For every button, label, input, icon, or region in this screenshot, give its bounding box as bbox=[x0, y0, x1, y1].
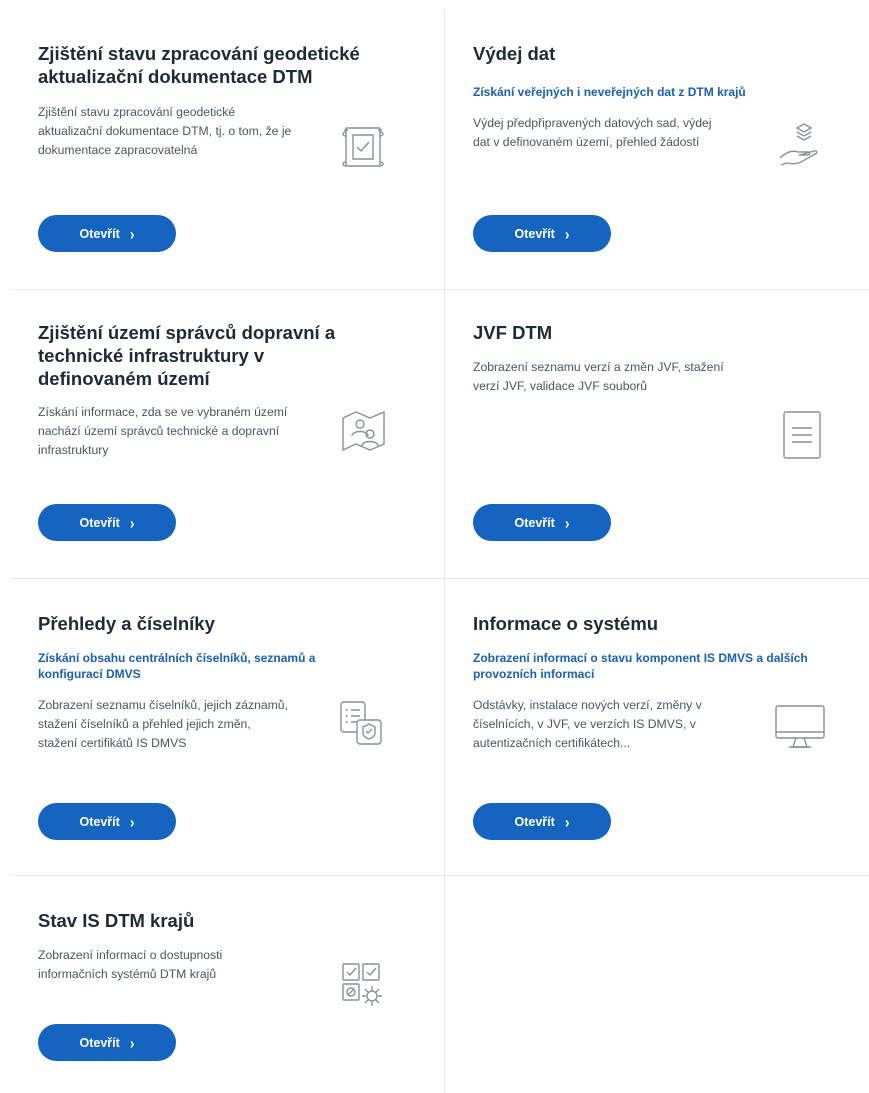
open-button-label: Otevřít bbox=[514, 814, 555, 829]
open-button[interactable]: Otevřít › bbox=[38, 504, 176, 541]
open-button-label: Otevřít bbox=[79, 515, 120, 530]
row-divider bbox=[10, 578, 869, 579]
map-people-icon bbox=[338, 404, 392, 458]
hand-layers-icon bbox=[776, 118, 830, 172]
chevron-right-icon: › bbox=[564, 224, 570, 243]
open-button-label: Otevřít bbox=[79, 226, 120, 241]
open-button[interactable]: Otevřít › bbox=[38, 803, 176, 840]
card-title: Přehledy a číselníky bbox=[38, 613, 215, 634]
open-button[interactable]: Otevřít › bbox=[473, 504, 611, 541]
card-description: Zjištění stavu zpracování geodetické akt… bbox=[38, 105, 292, 157]
chevron-right-icon: › bbox=[129, 513, 135, 532]
card-title: JVF DTM bbox=[473, 322, 553, 343]
column-divider bbox=[444, 10, 445, 1093]
checklist-gear-icon bbox=[338, 960, 392, 1014]
card-title: Výdej dat bbox=[473, 43, 556, 64]
card-title: Zjištění území správců dopravní a techni… bbox=[38, 322, 336, 389]
card-description: Odstávky, instalace nových verzí, změny … bbox=[473, 698, 702, 750]
open-button-label: Otevřít bbox=[79, 814, 120, 829]
card-jvf-dtm: JVF DTM Zobrazení seznamu verzí a změn J… bbox=[473, 321, 869, 541]
card-title: Stav IS DTM krajů bbox=[38, 910, 195, 931]
open-button-label: Otevřít bbox=[514, 226, 555, 241]
card-description: Zobrazení seznamu verzí a změn JVF, staž… bbox=[473, 360, 724, 393]
open-button[interactable]: Otevřít › bbox=[38, 1024, 176, 1061]
row-divider bbox=[10, 289, 869, 290]
open-button[interactable]: Otevřít › bbox=[473, 803, 611, 840]
open-button-label: Otevřít bbox=[514, 515, 555, 530]
chevron-right-icon: › bbox=[129, 812, 135, 831]
file-lines-icon bbox=[775, 408, 829, 462]
card-description: Získání informace, zda se ve vybraném úz… bbox=[38, 405, 288, 457]
list-certificate-icon bbox=[337, 698, 391, 752]
open-button-label: Otevřít bbox=[79, 1035, 120, 1050]
row-divider bbox=[10, 875, 869, 876]
chevron-right-icon: › bbox=[564, 513, 570, 532]
card-description: Zobrazení informací o dostupnosti inform… bbox=[38, 948, 223, 981]
card-title: Zjištění stavu zpracování geodetické akt… bbox=[38, 43, 360, 87]
card-subtitle: Získání obsahu centrálních číselníků, se… bbox=[38, 651, 316, 681]
card-description: Zobrazení seznamu číselníků, jejich zázn… bbox=[38, 698, 288, 750]
chevron-right-icon: › bbox=[129, 224, 135, 243]
document-check-icon bbox=[336, 120, 390, 174]
chevron-right-icon: › bbox=[564, 812, 570, 831]
card-title: Informace o systému bbox=[473, 613, 659, 634]
open-button[interactable]: Otevřít › bbox=[473, 215, 611, 252]
card-subtitle: Získání veřejných i neveřejných dat z DT… bbox=[473, 85, 746, 99]
chevron-right-icon: › bbox=[129, 1033, 135, 1052]
monitor-icon bbox=[773, 700, 827, 754]
card-description: Výdej předpřipravených datových sad, výd… bbox=[473, 116, 712, 149]
services-grid: Zjištění stavu zpracování geodetické akt… bbox=[0, 0, 869, 1093]
card-subtitle: Zobrazení informací o stavu komponent IS… bbox=[473, 651, 808, 681]
open-button[interactable]: Otevřít › bbox=[38, 215, 176, 252]
